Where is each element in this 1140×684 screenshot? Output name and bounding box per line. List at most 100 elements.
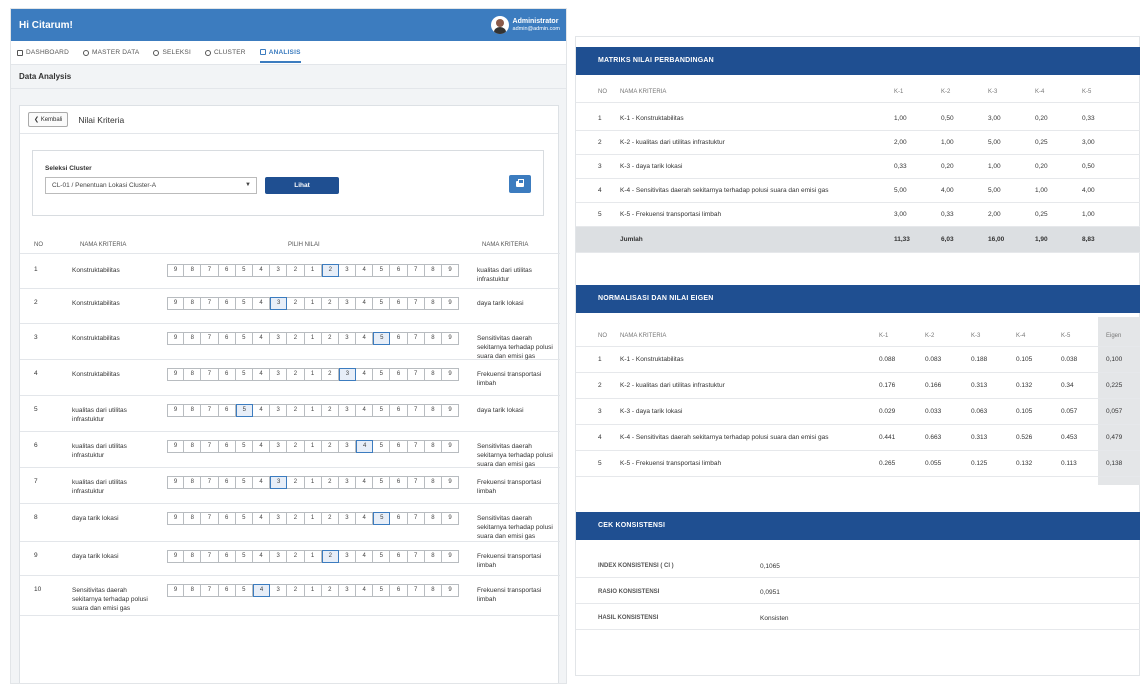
scale-option[interactable]: 8 — [184, 297, 202, 310]
nav-analisis[interactable]: ANALISIS — [259, 43, 301, 63]
scale-option[interactable]: 3 — [270, 368, 288, 381]
scale-option[interactable]: 4 — [356, 550, 374, 563]
scale-option[interactable]: 3 — [270, 332, 288, 345]
scale-option[interactable]: 4 — [356, 368, 374, 381]
scale-option[interactable]: 2 — [321, 368, 339, 381]
back-button[interactable]: ❮ Kembali — [28, 112, 69, 127]
scale-option[interactable]: 1 — [304, 550, 322, 563]
scale-option[interactable]: 4 — [252, 550, 271, 563]
scale-option[interactable]: 8 — [184, 512, 202, 525]
scale-option[interactable]: 9 — [167, 297, 185, 310]
scale-option[interactable]: 4 — [252, 512, 271, 525]
scale-option[interactable]: 9 — [442, 332, 460, 345]
scale-option[interactable]: 3 — [338, 264, 357, 277]
scale-option-selected[interactable]: 5 — [373, 332, 391, 345]
scale-option[interactable]: 2 — [287, 440, 305, 453]
scale-option[interactable]: 5 — [373, 368, 391, 381]
scale-option[interactable]: 7 — [201, 584, 219, 597]
scale-option[interactable]: 9 — [442, 584, 460, 597]
scale-option[interactable]: 4 — [252, 476, 271, 489]
scale-option[interactable]: 8 — [184, 584, 202, 597]
scale-option[interactable]: 6 — [218, 368, 236, 381]
scale-option[interactable]: 8 — [184, 440, 202, 453]
scale-option[interactable]: 7 — [201, 440, 219, 453]
scale-option[interactable]: 8 — [184, 368, 202, 381]
scale-option[interactable]: 7 — [407, 550, 425, 563]
scale-option[interactable]: 7 — [407, 297, 425, 310]
scale-option[interactable]: 2 — [287, 404, 305, 417]
print-icon[interactable] — [509, 175, 531, 193]
scale-option[interactable]: 9 — [167, 512, 185, 525]
scale-option[interactable]: 6 — [218, 440, 236, 453]
scale-option[interactable]: 5 — [235, 264, 253, 277]
scale-option[interactable]: 7 — [201, 550, 219, 563]
scale-option[interactable]: 2 — [321, 297, 339, 310]
scale-option[interactable]: 5 — [235, 440, 253, 453]
scale-option[interactable]: 6 — [390, 440, 408, 453]
scale-option[interactable]: 2 — [287, 297, 305, 310]
scale-option[interactable]: 2 — [321, 584, 339, 597]
scale-option[interactable]: 9 — [442, 368, 460, 381]
scale-option[interactable]: 2 — [321, 404, 339, 417]
scale-option[interactable]: 9 — [442, 404, 460, 417]
scale-option[interactable]: 7 — [201, 512, 219, 525]
scale-option[interactable]: 5 — [235, 332, 253, 345]
scale-option[interactable]: 8 — [424, 404, 442, 417]
scale-option[interactable]: 2 — [287, 476, 305, 489]
scale-option[interactable]: 7 — [201, 404, 219, 417]
scale-option[interactable]: 4 — [252, 404, 271, 417]
scale-option[interactable]: 4 — [252, 368, 271, 381]
scale-option-selected[interactable]: 5 — [235, 404, 253, 417]
scale-option[interactable]: 3 — [270, 404, 288, 417]
scale-option-selected[interactable]: 3 — [338, 368, 357, 381]
scale-option[interactable]: 6 — [390, 584, 408, 597]
scale-option[interactable]: 7 — [407, 584, 425, 597]
scale-option[interactable]: 9 — [167, 550, 185, 563]
scale-option[interactable]: 9 — [442, 476, 460, 489]
scale-option[interactable]: 2 — [321, 440, 339, 453]
scale-option-selected[interactable]: 5 — [373, 512, 391, 525]
scale-option[interactable]: 8 — [184, 476, 202, 489]
scale-option[interactable]: 9 — [167, 264, 185, 277]
scale-option[interactable]: 5 — [373, 264, 391, 277]
scale-option[interactable]: 3 — [270, 512, 288, 525]
scale-option[interactable]: 7 — [407, 404, 425, 417]
scale-option[interactable]: 8 — [184, 550, 202, 563]
scale-option[interactable]: 1 — [304, 512, 322, 525]
scale-option[interactable]: 3 — [270, 440, 288, 453]
scale-option[interactable]: 7 — [407, 368, 425, 381]
scale-option[interactable]: 8 — [424, 584, 442, 597]
scale-option[interactable]: 2 — [287, 550, 305, 563]
scale-option[interactable]: 6 — [218, 584, 236, 597]
scale-option-selected[interactable]: 3 — [270, 476, 288, 489]
scale-option[interactable]: 4 — [356, 404, 374, 417]
scale-option[interactable]: 8 — [184, 332, 202, 345]
scale-option[interactable]: 5 — [235, 512, 253, 525]
scale-option[interactable]: 8 — [184, 404, 202, 417]
scale-option[interactable]: 3 — [338, 404, 357, 417]
scale-option[interactable]: 9 — [442, 264, 460, 277]
scale-option[interactable]: 6 — [218, 297, 236, 310]
scale-option[interactable]: 2 — [321, 476, 339, 489]
scale-option[interactable]: 5 — [235, 368, 253, 381]
nav-cluster[interactable]: CLUSTER — [204, 49, 246, 56]
scale-option[interactable]: 7 — [201, 368, 219, 381]
scale-option[interactable]: 7 — [201, 264, 219, 277]
scale-option[interactable]: 7 — [407, 476, 425, 489]
scale-option[interactable]: 9 — [167, 368, 185, 381]
scale-option[interactable]: 9 — [442, 550, 460, 563]
scale-option[interactable]: 6 — [390, 404, 408, 417]
scale-option[interactable]: 1 — [304, 368, 322, 381]
scale-option[interactable]: 4 — [356, 264, 374, 277]
scale-option[interactable]: 4 — [252, 332, 271, 345]
scale-option[interactable]: 5 — [235, 584, 253, 597]
scale-option[interactable]: 6 — [390, 512, 408, 525]
scale-option[interactable]: 9 — [442, 512, 460, 525]
scale-option[interactable]: 1 — [304, 297, 322, 310]
scale-option[interactable]: 8 — [424, 440, 442, 453]
scale-option[interactable]: 6 — [218, 476, 236, 489]
scale-option[interactable]: 4 — [356, 476, 374, 489]
scale-option[interactable]: 6 — [218, 332, 236, 345]
scale-option[interactable]: 6 — [390, 368, 408, 381]
scale-option[interactable]: 8 — [424, 297, 442, 310]
